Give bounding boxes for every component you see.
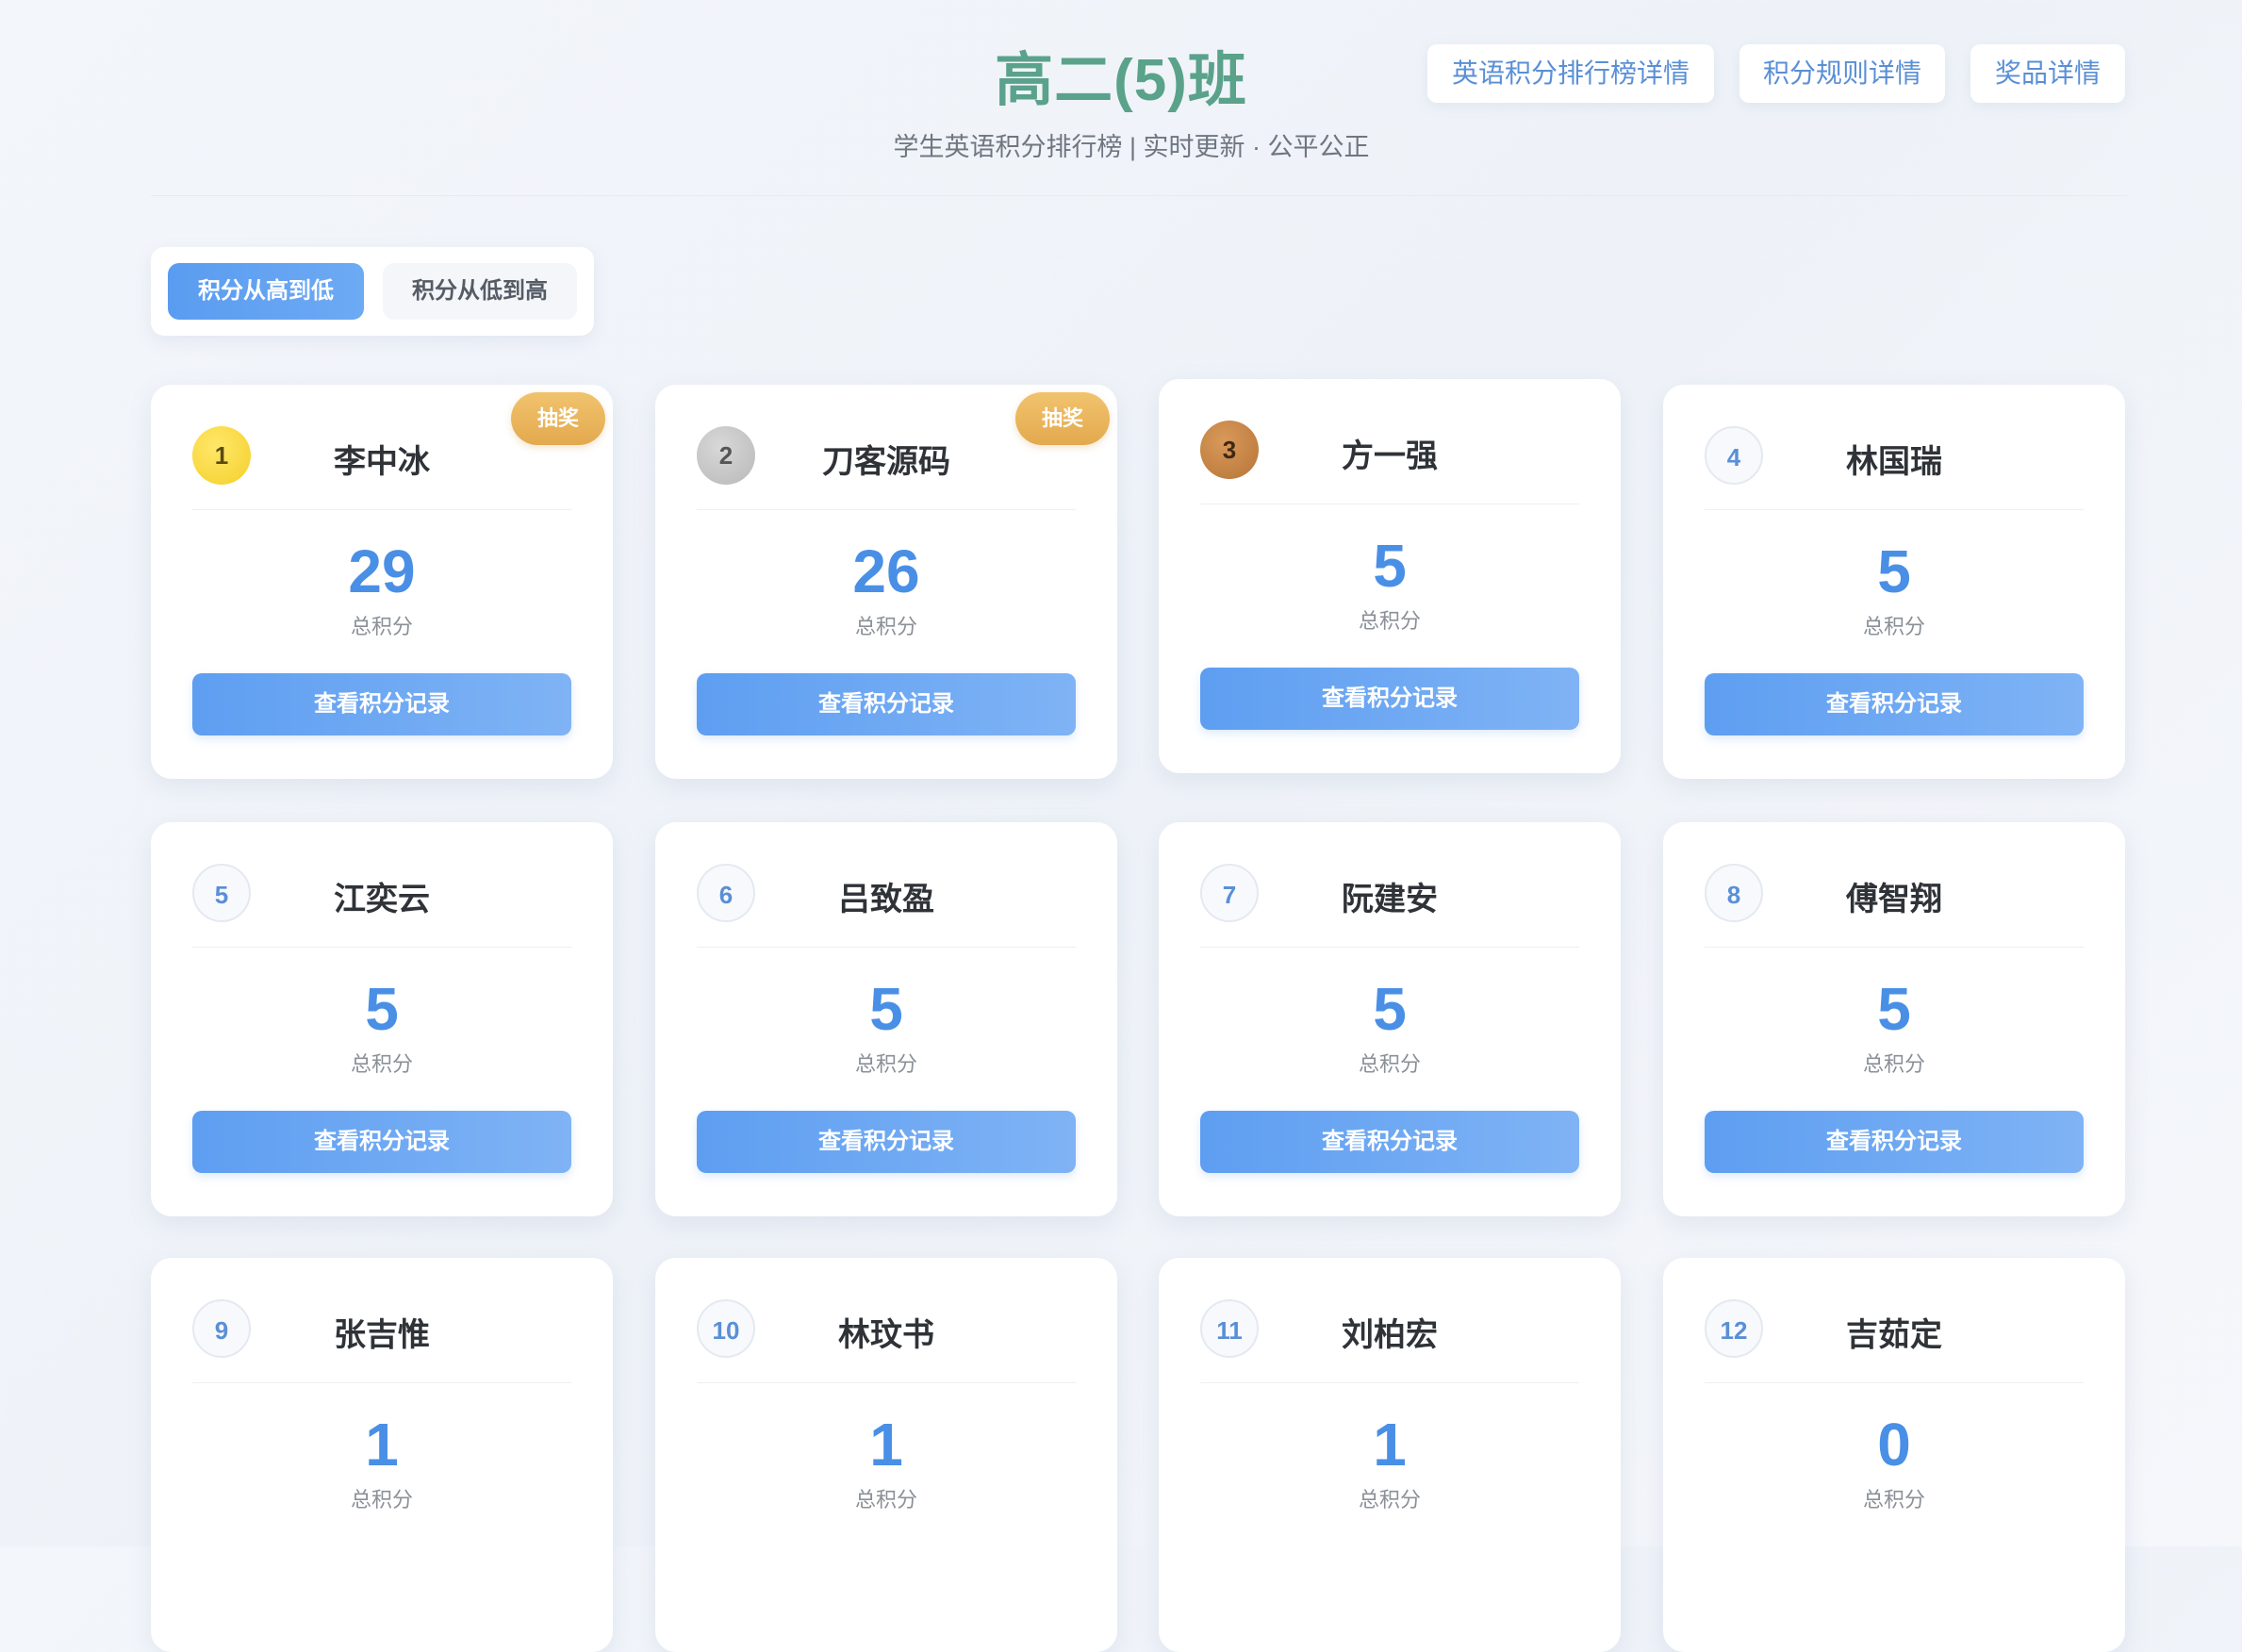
total-score: 1	[1373, 1411, 1407, 1479]
total-score: 5	[1373, 975, 1407, 1043]
total-score: 26	[852, 537, 920, 605]
total-score-label: 总积分	[854, 1052, 917, 1076]
student-card: 10 林玟书 1 总积分	[655, 1258, 1117, 1652]
student-card: 11 刘柏宏 1 总积分	[1159, 1258, 1621, 1652]
card-divider	[1200, 947, 1579, 948]
card-divider	[697, 947, 1076, 948]
card-divider	[1705, 509, 2084, 510]
total-score-label: 总积分	[1862, 1488, 1925, 1512]
card-divider	[1705, 1382, 2084, 1383]
card-divider	[1200, 1382, 1579, 1383]
student-name: 张吉惟	[334, 1317, 430, 1353]
total-score-label: 总积分	[350, 1488, 413, 1512]
total-score-label: 总积分	[1358, 609, 1421, 633]
student-name: 林国瑞	[1846, 444, 1942, 480]
total-score-label: 总积分	[1358, 1052, 1421, 1076]
student-card: 7 阮建安 5 总积分 查看积分记录	[1159, 822, 1621, 1216]
view-records-button[interactable]: 查看积分记录	[1705, 1111, 2084, 1173]
lottery-button[interactable]: 抽奖	[1015, 392, 1110, 445]
total-score-label: 总积分	[854, 615, 917, 638]
card-divider	[697, 1382, 1076, 1383]
card-divider	[192, 509, 571, 510]
view-records-button[interactable]: 查看积分记录	[1705, 673, 2084, 735]
student-card: 1 李中冰 抽奖 29 总积分 查看积分记录	[151, 385, 613, 779]
card-divider	[192, 1382, 571, 1383]
view-records-button[interactable]: 查看积分记录	[192, 1111, 571, 1173]
total-score: 1	[869, 1411, 903, 1479]
view-records-button[interactable]: 查看积分记录	[1200, 668, 1579, 730]
card-divider	[192, 947, 571, 948]
student-card: 2 刀客源码 抽奖 26 总积分 查看积分记录	[655, 385, 1117, 779]
student-name: 刘柏宏	[1342, 1317, 1438, 1353]
student-name: 方一强	[1342, 438, 1438, 474]
student-card: 9 张吉惟 1 总积分	[151, 1258, 613, 1652]
total-score: 5	[1373, 532, 1407, 600]
card-divider	[1705, 947, 2084, 948]
view-records-button[interactable]: 查看积分记录	[192, 673, 571, 735]
student-card: 3 方一强 5 总积分 查看积分记录	[1159, 379, 1621, 773]
total-score: 5	[1877, 975, 1911, 1043]
total-score: 5	[869, 975, 903, 1043]
view-records-button[interactable]: 查看积分记录	[697, 673, 1076, 735]
total-score: 0	[1877, 1411, 1911, 1479]
card-divider	[697, 509, 1076, 510]
student-name: 阮建安	[1342, 882, 1438, 917]
student-card: 6 吕致盈 5 总积分 查看积分记录	[655, 822, 1117, 1216]
student-card: 8 傅智翔 5 总积分 查看积分记录	[1663, 822, 2125, 1216]
student-name: 江奕云	[334, 882, 430, 917]
view-records-button[interactable]: 查看积分记录	[697, 1111, 1076, 1173]
student-name: 傅智翔	[1846, 882, 1942, 917]
view-records-button[interactable]: 查看积分记录	[1200, 1111, 1579, 1173]
student-card: 5 江奕云 5 总积分 查看积分记录	[151, 822, 613, 1216]
student-name: 林玟书	[838, 1317, 934, 1353]
total-score-label: 总积分	[350, 1052, 413, 1076]
total-score-label: 总积分	[1358, 1488, 1421, 1512]
total-score-label: 总积分	[1862, 615, 1925, 638]
leaderboard-grid: 1 李中冰 抽奖 29 总积分 查看积分记录 2 刀客源码 抽奖 26 总积分 …	[0, 0, 2242, 1652]
student-card: 4 林国瑞 5 总积分 查看积分记录	[1663, 385, 2125, 779]
total-score-label: 总积分	[350, 615, 413, 638]
total-score-label: 总积分	[1862, 1052, 1925, 1076]
student-card: 12 吉茹定 0 总积分	[1663, 1258, 2125, 1652]
total-score: 29	[348, 537, 416, 605]
total-score-label: 总积分	[854, 1488, 917, 1512]
total-score: 1	[365, 1411, 399, 1479]
total-score: 5	[1877, 537, 1911, 605]
lottery-button[interactable]: 抽奖	[511, 392, 605, 445]
student-name: 吉茹定	[1846, 1317, 1942, 1353]
total-score: 5	[365, 975, 399, 1043]
student-name: 吕致盈	[838, 882, 934, 917]
